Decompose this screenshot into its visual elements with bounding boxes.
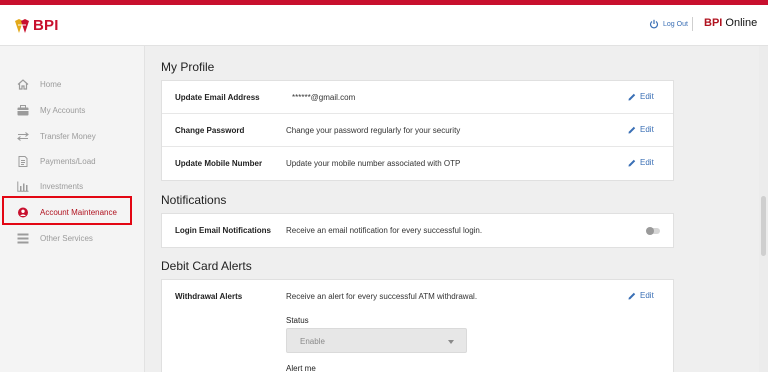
login-notifications-row: Login Email Notifications Receive an ema… [162, 214, 673, 247]
pencil-icon [628, 159, 636, 166]
bpi-logo[interactable]: BPI [12, 17, 59, 34]
alert-me-label: Alert me [286, 364, 316, 372]
login-notifications-description: Receive an email notification for every … [286, 226, 483, 235]
notifications-title: Notifications [161, 193, 227, 207]
chevron-down-icon [448, 340, 454, 344]
bpi-online-brand-bold: BPI [704, 17, 723, 29]
bpi-online-brand-suffix: Online [722, 17, 758, 29]
edit-label: Edit [640, 291, 654, 300]
edit-label: Edit [640, 92, 654, 101]
scrollbar-thumb[interactable] [761, 196, 766, 256]
notifications-card: Login Email Notifications Receive an ema… [161, 213, 674, 248]
update-mobile-row: Update Mobile Number Update your mobile … [162, 147, 673, 180]
main-content: My Profile Update Email Address ******@g… [146, 46, 768, 372]
bpi-torch-logo-icon [15, 18, 29, 33]
logout-label: Log Out [663, 20, 688, 28]
sidebar-item-payments-load[interactable]: Payments/Load [0, 150, 145, 172]
change-password-row: Change Password Change your password reg… [162, 114, 673, 147]
edit-label: Edit [640, 125, 654, 134]
edit-email-button[interactable]: Edit [628, 92, 654, 101]
withdrawal-alerts-description: Receive an alert for every successful AT… [286, 292, 478, 301]
change-password-label: Change Password [175, 126, 245, 135]
bpi-online-brand: BPI Online [704, 17, 757, 29]
email-value: ******@gmail.com [292, 93, 356, 102]
active-item-highlight [2, 196, 132, 225]
login-notifications-toggle[interactable] [646, 227, 660, 235]
logout-button[interactable]: Log Out [649, 19, 688, 29]
edit-mobile-button[interactable]: Edit [628, 158, 654, 167]
login-notifications-label: Login Email Notifications [175, 226, 272, 235]
sidebar-item-my-accounts[interactable]: My Accounts [0, 99, 145, 121]
change-password-description: Change your password regularly for your … [286, 126, 461, 135]
status-select-value: Enable [300, 337, 325, 346]
sidebar-item-home[interactable]: Home [0, 73, 145, 95]
update-mobile-description: Update your mobile number associated wit… [286, 159, 461, 168]
header-divider [692, 17, 693, 31]
update-mobile-label: Update Mobile Number [175, 159, 263, 168]
edit-withdrawal-alerts-button[interactable]: Edit [628, 291, 654, 300]
debit-card-alerts-card: Withdrawal Alerts Receive an alert for e… [161, 279, 674, 372]
app-header: BPI Log Out BPI Online [0, 5, 768, 46]
edit-label: Edit [640, 158, 654, 167]
bar-chart-icon [17, 181, 29, 192]
toggle-knob [646, 227, 654, 235]
my-profile-card: Update Email Address ******@gmail.com Ed… [161, 80, 674, 181]
status-select[interactable]: Enable [286, 328, 467, 353]
bpi-logo-text: BPI [33, 17, 59, 34]
sidebar-item-transfer-money[interactable]: Transfer Money [0, 125, 145, 147]
sidebar-item-label: My Accounts [40, 105, 86, 115]
update-email-row: Update Email Address ******@gmail.com Ed… [162, 81, 673, 114]
sidebar-item-investments[interactable]: Investments [0, 175, 145, 197]
pencil-icon [628, 126, 636, 133]
sidebar-item-label: Investments [40, 181, 84, 191]
debit-card-alerts-title: Debit Card Alerts [161, 259, 252, 273]
pencil-icon [628, 93, 636, 100]
list-icon [17, 233, 29, 243]
transfer-icon [17, 131, 29, 141]
status-label: Status [286, 316, 309, 325]
wallet-icon [17, 104, 29, 115]
sidebar-item-label: Payments/Load [40, 156, 96, 166]
update-email-label: Update Email Address [175, 93, 260, 102]
sidebar-item-label: Home [40, 79, 62, 89]
sidebar-item-label: Transfer Money [40, 131, 96, 141]
power-icon [649, 19, 659, 29]
my-profile-title: My Profile [161, 60, 215, 74]
home-icon [17, 78, 29, 90]
withdrawal-alerts-label: Withdrawal Alerts [175, 292, 243, 301]
pencil-icon [628, 292, 636, 299]
document-icon [18, 155, 28, 167]
sidebar-item-other-services[interactable]: Other Services [0, 227, 145, 249]
sidebar-item-label: Other Services [40, 233, 93, 243]
edit-password-button[interactable]: Edit [628, 125, 654, 134]
